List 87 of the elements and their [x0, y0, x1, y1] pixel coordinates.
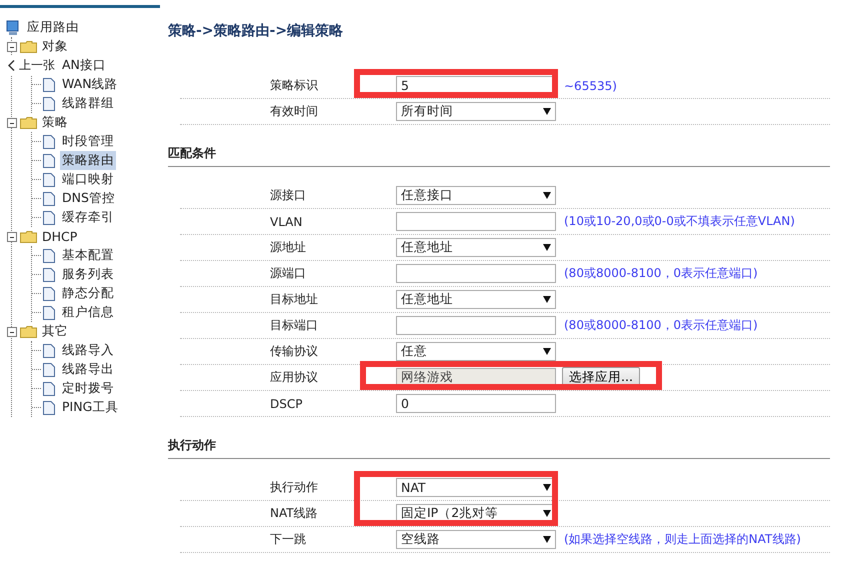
page-title: 策略->策略路由->编辑策略	[168, 22, 344, 40]
tree-item[interactable]: 缓存牵引	[60, 208, 116, 227]
caret-icon	[543, 484, 551, 491]
tree-item[interactable]: 定时拨号	[60, 379, 116, 398]
page-icon	[43, 134, 55, 148]
tree-item[interactable]: 时段管理	[60, 132, 116, 151]
tree-folder-item[interactable]: 策略	[40, 113, 70, 132]
caret-icon	[543, 108, 551, 115]
tree-item[interactable]: 服务列表	[60, 265, 116, 284]
expander-icon[interactable]	[7, 42, 17, 52]
tree-item[interactable]: 线路导入	[60, 341, 116, 360]
folder-icon	[20, 40, 37, 52]
chevron-left-icon	[8, 60, 15, 71]
text-field[interactable]: 0	[396, 394, 556, 413]
page-icon	[43, 78, 55, 92]
tree-folder-item[interactable]: DHCP	[40, 228, 80, 245]
dropdown[interactable]: 任意	[396, 342, 556, 361]
hint-text: (如果选择空线路，则走上面选择的NAT线路)	[564, 531, 801, 548]
tree-item[interactable]: 线路导出	[60, 360, 116, 379]
tree-item[interactable]: AN接口	[60, 56, 108, 75]
previous-link[interactable]: 上一张	[19, 57, 55, 74]
tree-item[interactable]: 策略路由	[60, 151, 116, 170]
tree-item[interactable]: 线路群组	[60, 94, 116, 113]
field-label: NAT线路	[270, 505, 319, 522]
tree-folder-item[interactable]: 对象	[40, 37, 70, 56]
field-label: 源端口	[270, 265, 307, 282]
expander-icon[interactable]	[7, 326, 17, 336]
dropdown[interactable]: 任意地址	[396, 238, 556, 257]
dropdown[interactable]: 任意接口	[396, 186, 556, 205]
field-label: 下一跳	[270, 531, 307, 548]
dropdown[interactable]: 所有时间	[396, 102, 556, 121]
page-icon	[43, 248, 55, 262]
tree-item[interactable]: 基本配置	[60, 246, 116, 265]
hint-text: (10或10-20,0或0-0或不填表示任意VLAN)	[564, 213, 795, 230]
field-label: 执行动作	[270, 479, 319, 496]
page-icon	[43, 210, 55, 224]
page-icon	[43, 286, 55, 300]
computer-icon	[6, 20, 20, 36]
section-title: 执行动作	[168, 437, 830, 459]
page-icon	[43, 400, 55, 414]
caret-icon	[543, 296, 551, 303]
hint-text: (80或8000-8100，0表示任意端口)	[564, 265, 758, 282]
caret-icon	[543, 192, 551, 199]
text-field[interactable]	[396, 316, 556, 335]
tree-folder-item[interactable]: 其它	[40, 322, 70, 341]
page-icon	[43, 154, 55, 168]
page-icon	[43, 192, 55, 206]
field-label: 源接口	[270, 187, 307, 204]
page-icon	[43, 306, 55, 320]
field-label: 目标地址	[270, 291, 319, 308]
field-label: 策略标识	[270, 77, 319, 94]
hint-text: ~65535)	[564, 78, 617, 92]
caret-icon	[543, 536, 551, 543]
page-icon	[43, 268, 55, 282]
field-label: 传输协议	[270, 343, 319, 360]
folder-icon	[20, 230, 37, 242]
tree-item[interactable]: 端口映射	[60, 170, 116, 189]
tree-item[interactable]: DNS管控	[60, 189, 117, 208]
field-label: 应用协议	[270, 369, 319, 386]
page-icon	[43, 96, 55, 110]
expander-icon[interactable]	[7, 232, 17, 242]
tree-item[interactable]: 静态分配	[60, 284, 116, 303]
tree-item[interactable]: PING工具	[60, 398, 120, 417]
dropdown[interactable]: 空线路	[396, 530, 556, 549]
folder-icon	[20, 116, 37, 128]
section-title: 匹配条件	[168, 145, 830, 167]
tree-item[interactable]: 租户信息	[60, 303, 116, 322]
text-field[interactable]	[396, 264, 556, 283]
field-label: 目标端口	[270, 317, 319, 334]
tree-root-item[interactable]: 应用路由	[25, 18, 81, 37]
expander-icon[interactable]	[7, 118, 17, 128]
caret-icon	[543, 510, 551, 517]
text-field[interactable]	[396, 212, 556, 231]
field-label: 有效时间	[270, 103, 319, 120]
dropdown[interactable]: 任意地址	[396, 290, 556, 309]
caret-icon	[543, 348, 551, 355]
caret-icon	[543, 244, 551, 251]
field-label: DSCP	[270, 396, 304, 410]
page-icon	[43, 362, 55, 376]
tree-item[interactable]: WAN线路	[60, 75, 120, 94]
page-icon	[43, 344, 55, 358]
hint-text: (80或8000-8100，0表示任意端口)	[564, 317, 758, 334]
page-icon	[43, 382, 55, 396]
field-label: VLAN	[270, 214, 304, 228]
folder-icon	[20, 326, 37, 338]
field-label: 源地址	[270, 239, 307, 256]
page-icon	[43, 172, 55, 186]
